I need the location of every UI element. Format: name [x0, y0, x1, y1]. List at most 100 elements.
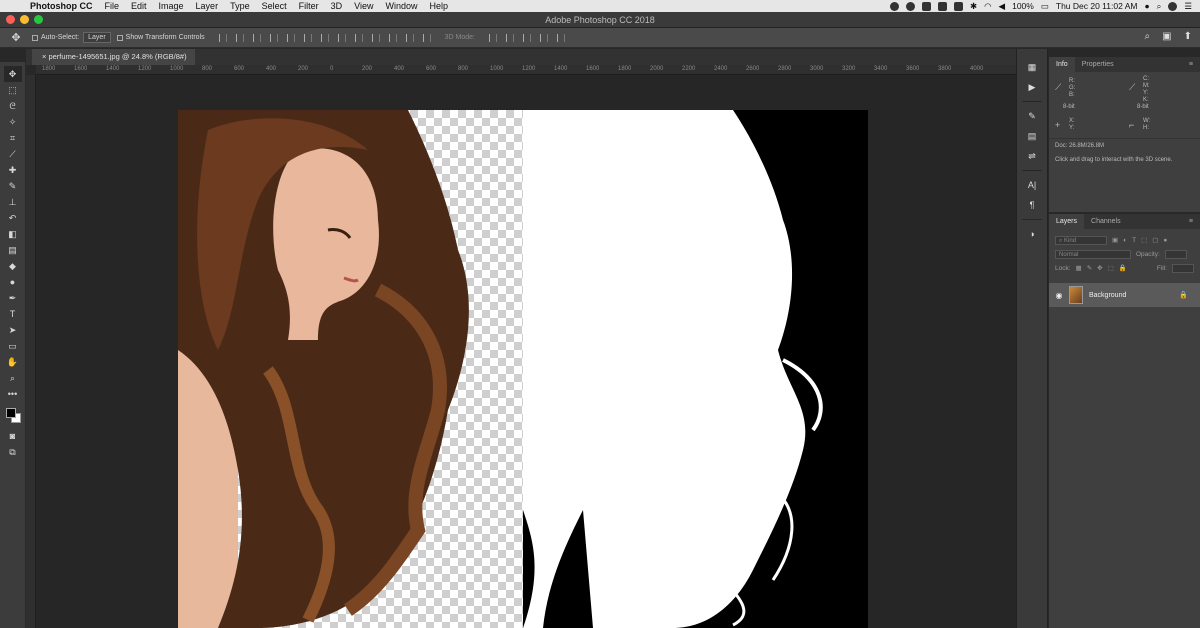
document-canvas[interactable] [178, 110, 868, 628]
record-icon[interactable] [890, 1, 899, 11]
user-icon[interactable]: ● [1144, 1, 1149, 11]
paragraph-icon[interactable]: ¶ [1023, 197, 1041, 213]
filter-shape-icon[interactable]: ⬚ [1141, 236, 1147, 244]
zoom-tool-icon[interactable]: ⌕ [4, 370, 22, 386]
fill-input[interactable] [1172, 263, 1194, 273]
auto-select-dropdown[interactable]: Layer [83, 32, 111, 43]
align-bottom-icon[interactable] [252, 33, 261, 42]
blend-mode-dropdown[interactable]: Normal [1055, 249, 1131, 259]
align-hcenter-icon[interactable] [286, 33, 295, 42]
adjustments-icon[interactable]: ⇌ [1023, 148, 1041, 164]
tab-channels[interactable]: Channels [1084, 214, 1128, 229]
canvas-area[interactable] [36, 76, 1016, 628]
lasso-tool-icon[interactable]: ᘓ [4, 98, 22, 114]
brush-tool-icon[interactable]: ✎ [4, 178, 22, 194]
share-icon[interactable]: ⬆ [1184, 31, 1192, 42]
blur-tool-icon[interactable]: ◆ [4, 258, 22, 274]
show-transform-checkbox[interactable] [116, 34, 123, 41]
eyedropper-tool-icon[interactable]: ⟋ [4, 146, 22, 162]
paragraph-styles-icon[interactable]: ▤ [1023, 128, 1041, 144]
character-icon[interactable]: A| [1023, 177, 1041, 193]
screen-mode-icon[interactable]: ⧉ [4, 444, 22, 460]
move-tool-icon[interactable]: ✥ [0, 31, 32, 44]
dodge-tool-icon[interactable]: ● [4, 274, 22, 290]
align-left-icon[interactable] [269, 33, 278, 42]
history-icon[interactable]: ▦ [1023, 59, 1041, 75]
lock-artboard-icon[interactable]: ⬚ [1108, 264, 1114, 272]
siri-icon[interactable] [1168, 1, 1178, 11]
color-swatches[interactable] [4, 406, 22, 428]
visibility-eye-icon[interactable]: ◉ [1049, 291, 1069, 300]
filter-adjust-icon[interactable]: ◐ [1123, 237, 1127, 244]
volume-icon[interactable]: ◀ [999, 1, 1006, 12]
search-icon[interactable]: ⌕ [1145, 31, 1151, 42]
menu-window[interactable]: Window [379, 0, 423, 12]
shape-tool-icon[interactable]: ▭ [4, 338, 22, 354]
layer-lock-icon[interactable]: 🔒 [1179, 291, 1188, 299]
history-brush-tool-icon[interactable]: ↶ [4, 210, 22, 226]
spotlight-icon[interactable]: ⌕ [1157, 1, 1162, 12]
screen-icon[interactable] [938, 1, 947, 11]
menu-photoshop[interactable]: Photoshop CC [26, 0, 99, 12]
actions-play-icon[interactable]: ▶ [1023, 79, 1041, 95]
distribute-vcenter-icon[interactable] [337, 33, 346, 42]
align-top-icon[interactable] [218, 33, 227, 42]
menu-3d[interactable]: 3D [325, 0, 349, 12]
lock-all-icon[interactable]: 🔒 [1119, 264, 1127, 272]
quick-mask-icon[interactable]: ◙ [4, 428, 22, 444]
color-wheel-icon[interactable]: ◑ [1023, 226, 1041, 242]
distribute-top-icon[interactable] [320, 33, 329, 42]
layers-menu-icon[interactable]: ≡ [1182, 214, 1200, 229]
eraser-tool-icon[interactable]: ◧ [4, 226, 22, 242]
clock[interactable]: Thu Dec 20 11:02 AM [1056, 1, 1138, 11]
3d-scale-icon[interactable] [557, 33, 565, 42]
lock-transparent-icon[interactable]: ▦ [1076, 264, 1082, 272]
auto-align-icon[interactable] [422, 33, 431, 42]
menu-layer[interactable]: Layer [190, 0, 225, 12]
filter-smart-icon[interactable]: ▢ [1152, 236, 1158, 244]
align-vcenter-icon[interactable] [235, 33, 244, 42]
3d-orbit-icon[interactable] [489, 33, 497, 42]
skype-icon[interactable] [906, 1, 915, 11]
menu-image[interactable]: Image [153, 0, 190, 12]
healing-tool-icon[interactable]: ✚ [4, 162, 22, 178]
foreground-color[interactable] [5, 408, 16, 418]
tab-info[interactable]: Info [1049, 57, 1075, 72]
distribute-right-icon[interactable] [405, 33, 414, 42]
menu-file[interactable]: File [99, 0, 126, 12]
auto-select-checkbox[interactable] [32, 34, 38, 41]
layer-row-background[interactable]: ◉ Background 🔒 [1049, 283, 1200, 307]
3d-slide-icon[interactable] [540, 33, 548, 42]
cloud-icon[interactable] [922, 1, 931, 11]
distribute-bottom-icon[interactable] [354, 33, 363, 42]
filter-pixel-icon[interactable]: ▣ [1112, 236, 1118, 244]
brush-settings-icon[interactable]: ✎ [1023, 108, 1041, 124]
align-right-icon[interactable] [303, 33, 312, 42]
path-selection-tool-icon[interactable]: ➤ [4, 322, 22, 338]
crop-tool-icon[interactable]: ⌗ [4, 130, 22, 146]
magic-wand-tool-icon[interactable]: ✧ [4, 114, 22, 130]
menu-select[interactable]: Select [256, 0, 293, 12]
document-tab[interactable]: × perfume-1495651.jpg @ 24.8% (RGB/8#) [32, 49, 195, 65]
workspace-icon[interactable]: ▣ [1162, 31, 1171, 42]
3d-roll-icon[interactable] [506, 33, 514, 42]
filter-toggle-icon[interactable]: ● [1163, 237, 1167, 244]
hand-tool-icon[interactable]: ✋ [4, 354, 22, 370]
menu-filter[interactable]: Filter [293, 0, 325, 12]
move-tool-icon[interactable]: ✥ [3, 66, 22, 82]
mail-icon[interactable] [954, 1, 963, 11]
pen-tool-icon[interactable]: ✒ [4, 290, 22, 306]
menu-view[interactable]: View [348, 0, 379, 12]
more-tools-icon[interactable]: ••• [4, 386, 22, 402]
panel-menu-icon[interactable]: ≡ [1182, 57, 1200, 72]
notification-icon[interactable]: ☰ [1184, 1, 1192, 12]
menu-help[interactable]: Help [423, 0, 454, 12]
lock-move-icon[interactable]: ✥ [1097, 264, 1102, 272]
clone-stamp-tool-icon[interactable]: ⊥ [4, 194, 22, 210]
wifi-icon[interactable]: ◠ [984, 1, 991, 12]
marquee-tool-icon[interactable]: ⬚ [4, 82, 22, 98]
opacity-input[interactable] [1164, 249, 1187, 259]
distribute-left-icon[interactable] [371, 33, 380, 42]
type-tool-icon[interactable]: T [4, 306, 22, 322]
tab-properties[interactable]: Properties [1075, 57, 1121, 72]
